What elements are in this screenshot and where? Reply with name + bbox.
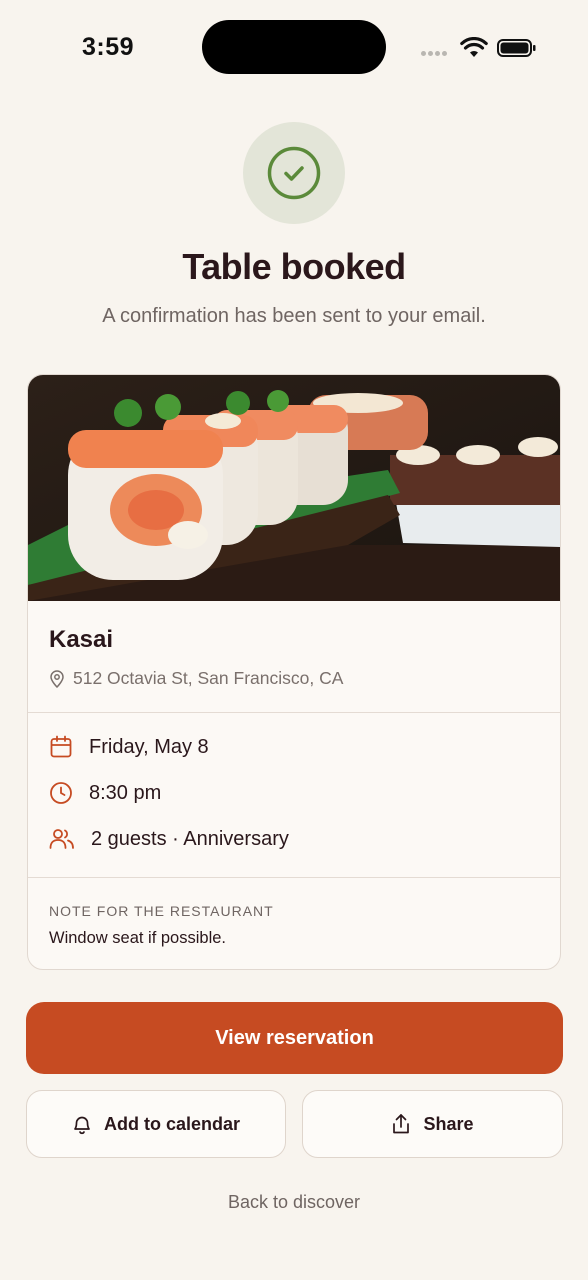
share-button[interactable]: Share bbox=[302, 1090, 563, 1158]
add-to-calendar-button[interactable]: Add to calendar bbox=[26, 1090, 286, 1158]
restaurant-info: Kasai 512 Octavia St, San Francisco, CA bbox=[28, 601, 560, 713]
view-reservation-button[interactable]: View reservation bbox=[26, 1002, 563, 1074]
wifi-icon bbox=[460, 37, 488, 57]
note-text: Window seat if possible. bbox=[49, 929, 226, 947]
share-label: Share bbox=[423, 1113, 474, 1134]
date-row: Friday, May 8 bbox=[49, 735, 209, 759]
guests-row: 2 guests · Anniversary bbox=[49, 827, 289, 851]
map-pin-icon bbox=[50, 669, 64, 688]
page-subtitle: A confirmation has been sent to your ema… bbox=[102, 305, 486, 327]
add-to-calendar-label: Add to calendar bbox=[103, 1113, 241, 1134]
back-to-discover-link[interactable]: Back to discover bbox=[0, 1192, 588, 1213]
reservation-time: 8:30 pm bbox=[89, 781, 162, 804]
reservation-date: Friday, May 8 bbox=[89, 735, 209, 758]
restaurant-photo bbox=[28, 375, 560, 601]
bell-icon bbox=[74, 1116, 90, 1135]
restaurant-address: 512 Octavia St, San Francisco, CA bbox=[49, 668, 343, 689]
restaurant-name: Kasai bbox=[49, 626, 114, 653]
signal-icon bbox=[421, 51, 453, 57]
page-title: Table booked bbox=[182, 246, 406, 287]
battery-icon bbox=[497, 39, 536, 57]
share-icon bbox=[393, 1114, 410, 1134]
note-label: NOTE FOR THE RESTAURANT bbox=[49, 903, 274, 919]
check-circle-icon bbox=[267, 146, 321, 200]
reservation-details: Friday, May 8 8:30 pm 2 guests · Anniver… bbox=[28, 713, 560, 878]
address-text: 512 Octavia St, San Francisco, CA bbox=[73, 668, 344, 688]
reservation-guests: 2 guests · Anniversary bbox=[91, 827, 289, 850]
clock-icon bbox=[50, 782, 72, 804]
time-row: 8:30 pm bbox=[49, 781, 161, 805]
calendar-icon bbox=[50, 735, 72, 758]
status-time: 3:59 bbox=[82, 33, 135, 61]
success-badge bbox=[243, 122, 345, 224]
reservation-card: Kasai 512 Octavia St, San Francisco, CA … bbox=[27, 374, 561, 970]
status-bar: 3:59 bbox=[0, 0, 588, 95]
dynamic-island bbox=[202, 20, 386, 74]
users-icon bbox=[49, 829, 74, 849]
